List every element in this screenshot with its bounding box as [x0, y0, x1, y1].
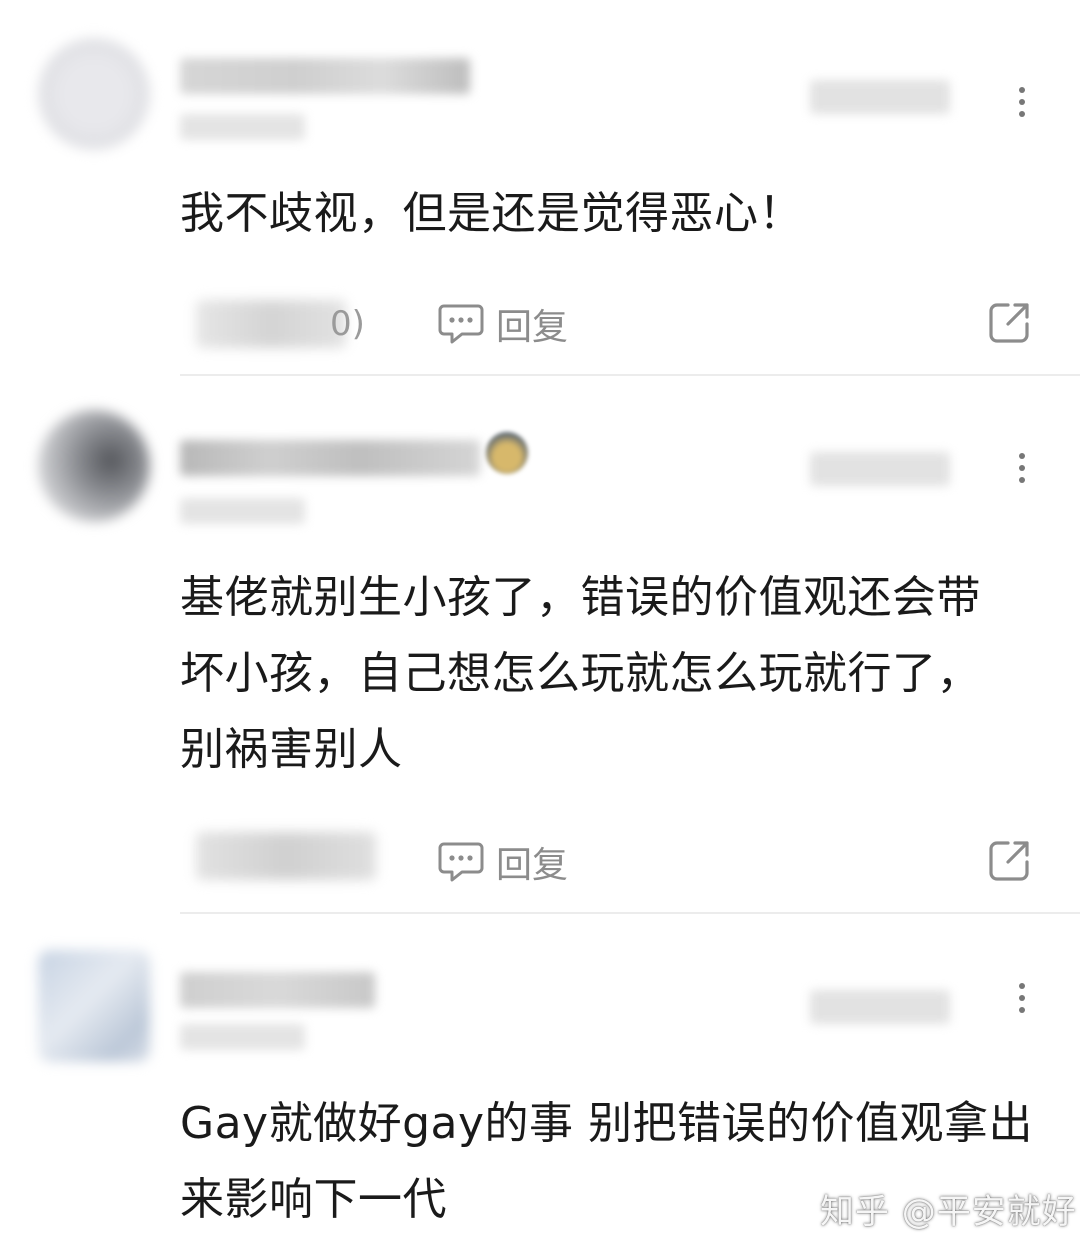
username-redacted[interactable]: [180, 58, 470, 94]
comment-text: 我不歧视，但是还是觉得恶心！: [180, 188, 803, 239]
username-redacted[interactable]: [180, 440, 480, 476]
divider: [180, 374, 1080, 376]
comment-text: 基佬就别生小孩了，错误的价值观还会带坏小孩，自己想怎么玩就怎么玩就行了，别祸害别…: [180, 572, 981, 775]
timestamp-redacted: [810, 452, 950, 486]
like-button-redacted[interactable]: [196, 832, 376, 880]
reply-label: 回复: [496, 307, 569, 348]
more-icon[interactable]: [1008, 448, 1036, 488]
chat-bubble-icon: [438, 304, 484, 344]
badge-icon: [486, 432, 528, 474]
timestamp-redacted: [810, 990, 950, 1024]
share-icon[interactable]: [986, 300, 1032, 346]
more-icon[interactable]: [1008, 82, 1036, 122]
user-subtitle-redacted: [180, 114, 305, 140]
like-button-redacted[interactable]: [196, 300, 346, 348]
avatar[interactable]: [38, 950, 150, 1062]
chat-bubble-icon: [438, 842, 484, 882]
reply-button[interactable]: 回复: [438, 836, 568, 888]
user-subtitle-redacted: [180, 498, 305, 524]
reply-label: 回复: [496, 845, 569, 886]
reply-button[interactable]: 回复: [438, 298, 568, 350]
divider: [180, 912, 1080, 914]
more-icon[interactable]: [1008, 978, 1036, 1018]
like-count: 0): [330, 304, 365, 344]
watermark: 知乎 @平安就好: [820, 1192, 1077, 1232]
user-subtitle-redacted: [180, 1024, 305, 1050]
avatar[interactable]: [38, 38, 150, 150]
timestamp-redacted: [810, 80, 950, 114]
username-redacted[interactable]: [180, 972, 375, 1008]
share-icon[interactable]: [986, 838, 1032, 884]
avatar[interactable]: [38, 410, 150, 522]
